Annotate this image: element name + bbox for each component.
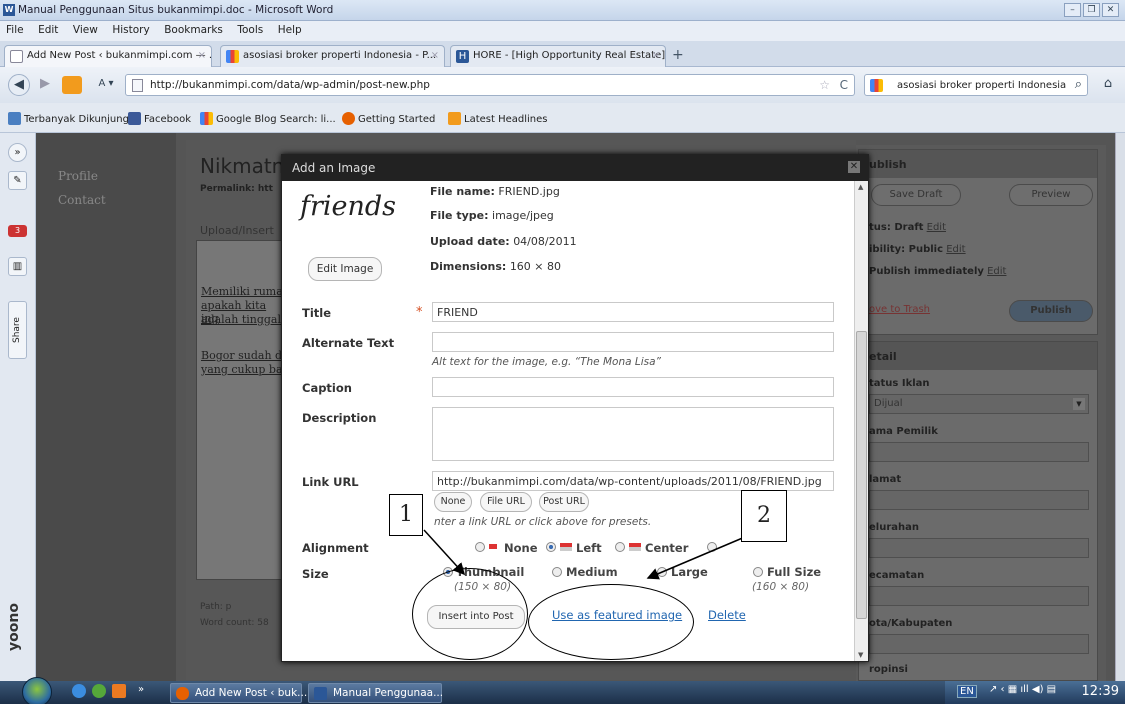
taskbar-item-word[interactable]: Manual Penggunaa... [308,683,444,703]
firefox-icon [176,687,189,700]
app-icon[interactable] [92,684,106,698]
taskbar-item-label: Manual Penggunaa... [333,687,444,699]
system-tray: EN ↗ ‹ ▦ ıll ◀) ▤ 12:39 [945,681,1125,704]
tray-icons[interactable]: ↗ ‹ ▦ ıll ◀) ▤ [989,684,1056,695]
ie-icon[interactable] [72,684,86,698]
annotation-arrow-2 [646,533,753,580]
annotation-callout-2: 2 [741,490,787,542]
app-icon[interactable] [112,684,126,698]
overflow-chevron-icon[interactable]: » [138,684,144,695]
taskbar: » Add New Post ‹ buk... Manual Penggunaa… [0,677,1125,704]
taskbar-item-label: Add New Post ‹ buk... [195,687,308,699]
annotation-ellipse-2 [528,584,694,660]
annotation-arrow-1 [423,529,466,576]
start-button[interactable] [22,677,52,704]
clock[interactable]: 12:39 [1082,684,1119,699]
word-icon [314,687,327,700]
annotation-ellipse-1 [412,568,528,660]
taskbar-item-firefox[interactable]: Add New Post ‹ buk... [170,683,307,703]
annotation-callout-1: 1 [389,494,423,536]
language-indicator[interactable]: EN [957,685,977,698]
